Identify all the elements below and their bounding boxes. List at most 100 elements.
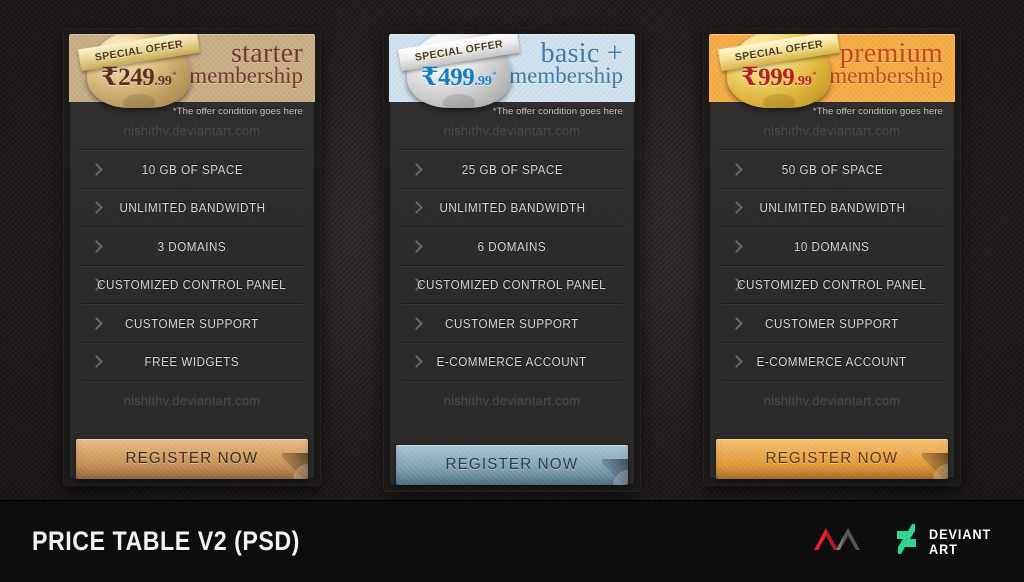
feature-row[interactable]: UNLIMITED BANDWIDTH [401, 188, 623, 228]
feature-row[interactable]: CUSTOMIZED CONTROL PANEL [401, 265, 623, 305]
plan-title-line2: membership [829, 63, 943, 89]
price-cents: .99 [154, 74, 172, 89]
price-asterisk: * [811, 70, 817, 82]
corner-fold-icon [602, 459, 628, 485]
feature-list: 50 GB OF SPACE UNLIMITED BANDWIDTH 10 DO… [709, 150, 955, 381]
feature-row[interactable]: 6 DOMAINS [401, 227, 623, 266]
watermark-bottom: nishithv.deviantart.com [443, 393, 581, 408]
feature-label: CUSTOMIZED CONTROL PANEL [737, 278, 927, 293]
price-badge: SPECIAL OFFER ₹999.99* [718, 34, 840, 114]
feature-label: E-COMMERCE ACCOUNT [436, 355, 587, 370]
feature-row[interactable]: FREE WIDGETS [81, 342, 303, 382]
plan-title: basic + membership [509, 39, 623, 89]
feature-label: CUSTOMIZED CONTROL PANEL [417, 278, 607, 293]
chevron-right-icon [731, 162, 741, 178]
feature-row[interactable]: 3 DOMAINS [81, 227, 303, 266]
feature-label: FREE WIDGETS [144, 355, 240, 370]
feature-row[interactable]: E-COMMERCE ACCOUNT [721, 342, 943, 382]
pricing-table-stage: starter membership SPECIAL OFFER ₹249.99… [0, 0, 1024, 500]
price-text: ₹999.99* [723, 62, 835, 92]
feature-row[interactable]: E-COMMERCE ACCOUNT [401, 342, 623, 382]
feature-row[interactable]: CUSTOMER SUPPORT [81, 304, 303, 343]
corner-fold-icon [282, 453, 308, 479]
register-button-area: REGISTER NOW [709, 439, 955, 486]
feature-row[interactable]: CUSTOMIZED CONTROL PANEL [721, 265, 943, 305]
chevron-right-icon [411, 200, 421, 216]
page-title: PRICE TABLE V2 (PSD) [32, 526, 300, 556]
feature-row[interactable]: CUSTOMER SUPPORT [401, 304, 623, 343]
register-now-button[interactable]: REGISTER NOW [716, 439, 948, 479]
watermark-bottom: nishithv.deviantart.com [123, 393, 261, 408]
watermark-top: nishithv.deviantart.com [763, 123, 901, 138]
deviantart-word-line2: ART [928, 540, 958, 557]
pricing-card-basic-plus[interactable]: basic + membership SPECIAL OFFER ₹499.99… [383, 28, 641, 492]
chevron-right-icon [731, 200, 741, 216]
feature-list: 10 GB OF SPACE UNLIMITED BANDWIDTH 3 DOM… [69, 150, 315, 381]
register-now-button[interactable]: REGISTER NOW [396, 445, 628, 485]
card-body: premium membership SPECIAL OFFER ₹999.99… [709, 34, 955, 479]
chevron-right-icon [731, 239, 741, 255]
feature-label: UNLIMITED BANDWIDTH [438, 201, 585, 216]
deviantart-wordmark: DEVIANT ART [929, 527, 991, 556]
deviantart-mark-icon [894, 522, 920, 561]
deviantart-word-line1: DEVIANT [928, 526, 992, 543]
plan-title: premium membership [829, 39, 943, 89]
chevron-right-icon [411, 354, 421, 370]
price-asterisk: * [491, 70, 497, 82]
feature-label: CUSTOMER SUPPORT [445, 316, 579, 331]
feature-row[interactable]: CUSTOMIZED CONTROL PANEL [81, 265, 303, 305]
register-now-button[interactable]: REGISTER NOW [76, 439, 308, 479]
plan-title-line2: membership [189, 63, 303, 89]
feature-row[interactable]: CUSTOMER SUPPORT [721, 304, 943, 343]
nv-monogram-logo [810, 522, 872, 561]
feature-row[interactable]: UNLIMITED BANDWIDTH [81, 188, 303, 228]
chevron-right-icon [731, 354, 741, 370]
feature-row[interactable]: 10 DOMAINS [721, 227, 943, 266]
register-button-area: REGISTER NOW [69, 439, 315, 486]
plan-title: starter membership [189, 39, 303, 89]
feature-label: CUSTOMIZED CONTROL PANEL [97, 278, 287, 293]
pricing-card-premium[interactable]: premium membership SPECIAL OFFER ₹999.99… [703, 28, 961, 486]
watermark-bottom: nishithv.deviantart.com [763, 393, 901, 408]
card-body: starter membership SPECIAL OFFER ₹249.99… [69, 34, 315, 479]
feature-label: 10 GB OF SPACE [141, 162, 243, 177]
feature-label: 50 GB OF SPACE [781, 162, 883, 177]
feature-row[interactable]: 25 GB OF SPACE [401, 150, 623, 189]
feature-label: CUSTOMER SUPPORT [125, 316, 259, 331]
feature-list: 25 GB OF SPACE UNLIMITED BANDWIDTH 6 DOM… [389, 150, 635, 381]
plan-title-line2: membership [509, 63, 623, 89]
corner-fold-icon [922, 453, 948, 479]
feature-row[interactable]: 10 GB OF SPACE [81, 150, 303, 189]
chevron-right-icon [411, 239, 421, 255]
price-text: ₹499.99* [403, 62, 515, 92]
feature-label: 6 DOMAINS [477, 239, 547, 254]
price-amount: ₹249 [101, 64, 155, 91]
register-button-label: REGISTER NOW [445, 456, 579, 473]
deviantart-logo: DEVIANT ART [894, 522, 998, 561]
chevron-right-icon [411, 316, 421, 332]
feature-row[interactable]: UNLIMITED BANDWIDTH [721, 188, 943, 228]
price-cents: .99 [794, 74, 812, 89]
feature-label: CUSTOMER SUPPORT [765, 316, 899, 331]
footer-bar: PRICE TABLE V2 (PSD) DEVIANT ART [0, 500, 1024, 582]
card-body: basic + membership SPECIAL OFFER ₹499.99… [389, 34, 635, 485]
feature-label: 3 DOMAINS [157, 239, 227, 254]
chevron-right-icon [91, 239, 101, 255]
feature-label: UNLIMITED BANDWIDTH [118, 201, 265, 216]
feature-label: E-COMMERCE ACCOUNT [756, 355, 907, 370]
feature-label: UNLIMITED BANDWIDTH [758, 201, 905, 216]
chevron-right-icon [731, 316, 741, 332]
pricing-card-starter[interactable]: starter membership SPECIAL OFFER ₹249.99… [63, 28, 321, 486]
register-button-label: REGISTER NOW [125, 450, 259, 467]
chevron-right-icon [91, 162, 101, 178]
watermark-top: nishithv.deviantart.com [123, 123, 261, 138]
price-badge: SPECIAL OFFER ₹499.99* [398, 34, 520, 114]
feature-row[interactable]: 50 GB OF SPACE [721, 150, 943, 189]
chevron-right-icon [91, 316, 101, 332]
footer-logos: DEVIANT ART [810, 522, 998, 561]
feature-label: 25 GB OF SPACE [461, 162, 563, 177]
register-button-area: REGISTER NOW [389, 445, 635, 492]
price-text: ₹249.99* [83, 62, 195, 92]
register-button-label: REGISTER NOW [765, 450, 899, 467]
price-asterisk: * [171, 70, 177, 82]
